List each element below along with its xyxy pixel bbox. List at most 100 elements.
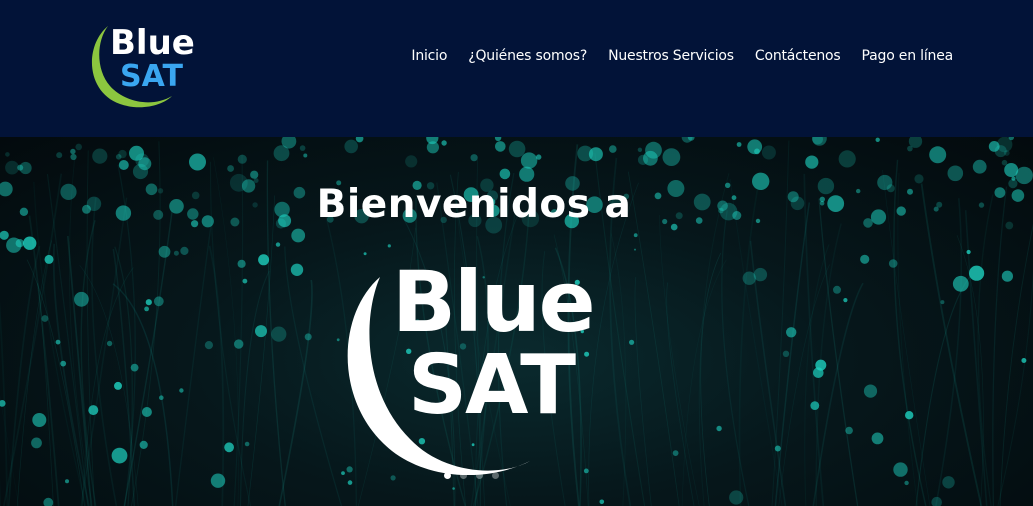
fiber-strand (174, 224, 212, 506)
fiber-strand (818, 198, 859, 506)
bokeh-light (747, 139, 763, 155)
bokeh-light (304, 333, 312, 341)
bokeh-light (907, 145, 913, 152)
bokeh-light (929, 146, 947, 164)
brand-logo[interactable]: Blue SAT (84, 14, 214, 114)
bokeh-light (774, 445, 781, 452)
fiber-strand (278, 279, 313, 506)
bokeh-light (681, 137, 693, 143)
bokeh-light (180, 246, 189, 255)
main-nav: Inicio ¿Quiénes somos? Nuestros Servicio… (411, 46, 953, 66)
bokeh-light (761, 145, 776, 160)
slider-dot-1[interactable] (444, 472, 451, 479)
bokeh-light (931, 496, 942, 506)
bokeh-light (129, 145, 144, 161)
fiber-strand (920, 183, 983, 506)
bokeh-light (44, 254, 54, 264)
bokeh-light (672, 450, 679, 456)
bokeh-light (952, 275, 969, 292)
bokeh-light (153, 296, 164, 307)
bokeh-light (815, 359, 827, 371)
bokeh-light (0, 230, 9, 240)
slider-dot-2[interactable] (460, 472, 467, 479)
bokeh-light (390, 475, 396, 481)
bokeh-light (1005, 221, 1014, 230)
bokeh-light (662, 148, 681, 166)
bokeh-light (729, 490, 744, 505)
logo-line2-text: SAT (120, 59, 183, 94)
bokeh-light (812, 137, 827, 146)
bokeh-light (978, 202, 985, 208)
bokeh-light (782, 350, 790, 357)
bokeh-light (1021, 358, 1027, 363)
nav-inicio[interactable]: Inicio (411, 46, 447, 66)
bokeh-light (6, 237, 22, 253)
bokeh-light (1001, 159, 1008, 166)
bokeh-light (972, 159, 987, 174)
bokeh-light (871, 432, 884, 445)
bokeh-light (405, 155, 418, 168)
fiber-strand (0, 300, 9, 506)
bokeh-light (888, 259, 898, 268)
bokeh-light (599, 499, 605, 505)
bokeh-light (118, 160, 129, 170)
bokeh-light (643, 150, 658, 166)
bokeh-light (17, 164, 24, 171)
hero-slider: Bienvenidos a Blue SAT (0, 137, 1033, 506)
bokeh-light (716, 425, 722, 432)
fiber-strand (0, 394, 20, 506)
bokeh-light (23, 236, 37, 250)
bokeh-light (940, 300, 945, 305)
fiber-strand (992, 186, 1008, 506)
bokeh-light (189, 153, 206, 171)
bokeh-light (609, 145, 617, 153)
brand-logo-graphic: Blue SAT (91, 23, 195, 108)
bokeh-light (41, 315, 49, 322)
bokeh-light (244, 441, 250, 447)
site-header: Blue SAT Inicio ¿Quiénes somos? Nuestros… (0, 0, 1033, 137)
hero-title: Bienvenidos a (316, 182, 632, 227)
bokeh-light (904, 480, 909, 486)
bokeh-light (905, 411, 914, 420)
bokeh-light (224, 442, 235, 453)
bokeh-light (32, 413, 47, 427)
bokeh-light (520, 152, 538, 169)
bokeh-light (634, 248, 636, 251)
nav-servicios[interactable]: Nuestros Servicios (608, 46, 734, 66)
nav-pago-en-linea[interactable]: Pago en línea (862, 46, 954, 66)
bokeh-light (629, 339, 635, 345)
nav-contactenos[interactable]: Contáctenos (755, 46, 841, 66)
bokeh-light (234, 339, 244, 349)
bokeh-light (139, 440, 148, 449)
bokeh-light (92, 148, 108, 164)
bokeh-light (132, 163, 149, 180)
hero-logo: Blue SAT (347, 255, 596, 475)
bokeh-light (893, 462, 908, 477)
bokeh-light (65, 479, 69, 484)
bokeh-light (742, 271, 756, 285)
bokeh-light (242, 278, 248, 284)
bokeh-light (495, 141, 506, 152)
bokeh-light (210, 473, 226, 488)
slider-dot-4[interactable] (492, 472, 499, 479)
bokeh-light (1001, 270, 1014, 282)
bokeh-light (347, 480, 353, 485)
bokeh-light (56, 152, 63, 159)
hero-logo-line1-text: Blue (392, 255, 594, 351)
fiber-strand (700, 253, 722, 506)
bokeh-light (43, 497, 54, 506)
fiber-strand (208, 245, 225, 506)
bokeh-light (115, 154, 122, 160)
bokeh-light (947, 165, 964, 182)
nav-quienes-somos[interactable]: ¿Quiénes somos? (468, 46, 587, 66)
bokeh-light (88, 405, 99, 416)
bokeh-light (74, 291, 89, 307)
bokeh-light (810, 401, 820, 410)
fiber-strand (681, 259, 727, 506)
fiber-strand (634, 277, 652, 506)
bokeh-light (55, 339, 61, 345)
bokeh-light (845, 426, 853, 435)
slider-dot-3[interactable] (476, 472, 483, 479)
bokeh-light (588, 147, 603, 162)
bokeh-light (966, 249, 971, 255)
